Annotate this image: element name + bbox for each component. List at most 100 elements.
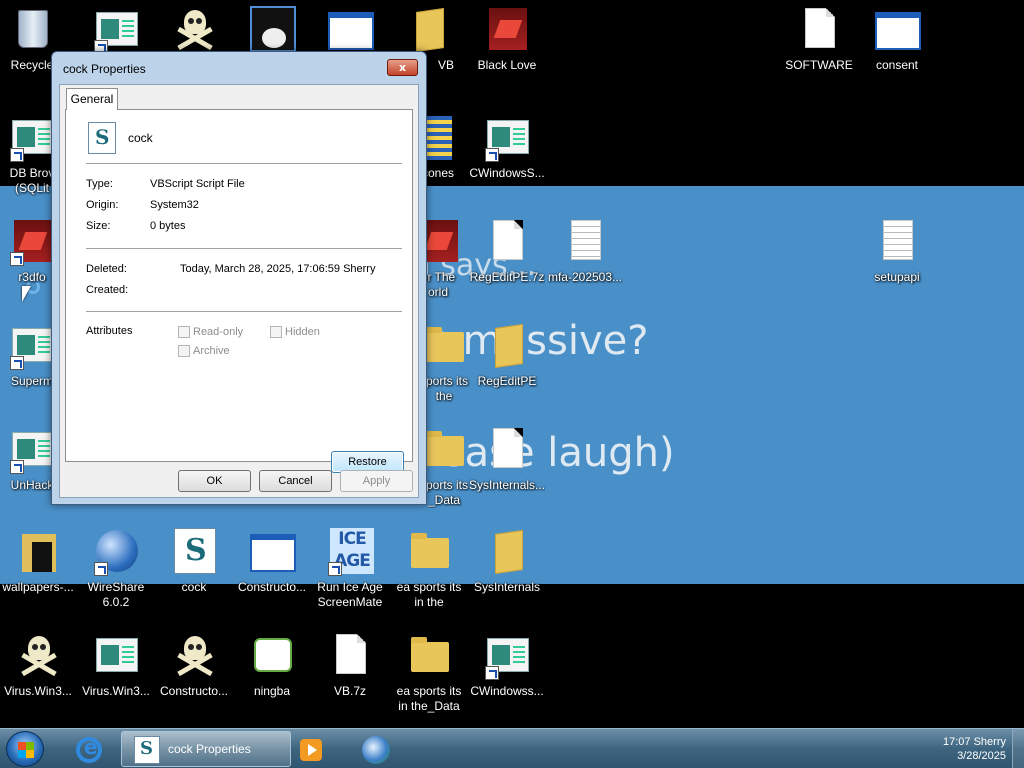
type-label: Type: xyxy=(86,178,113,190)
handshake-icon xyxy=(254,638,292,672)
desktop-icon-label: VB.7z xyxy=(333,684,366,698)
desktop-icon-software[interactable]: SOFTWARE xyxy=(781,6,857,73)
clock-time: 17:07 Sherry xyxy=(943,736,1006,748)
desktop-icon-label: WireShare xyxy=(87,580,145,594)
skull-icon xyxy=(176,8,214,52)
attributes-label: Attributes xyxy=(86,325,133,337)
document-icon xyxy=(336,634,366,674)
text-document-icon xyxy=(883,220,913,260)
desktop-icon-ningba[interactable]: ningba xyxy=(234,632,310,699)
document-icon xyxy=(493,220,523,260)
readonly-checkbox[interactable] xyxy=(178,326,190,338)
deleted-value: Today, March 28, 2025, 17:06:59 Sherry xyxy=(180,263,376,275)
desktop-icon-black-love[interactable]: Black Love xyxy=(469,6,545,73)
desktop-icon-sysinternals-folder[interactable]: SysInternals xyxy=(469,528,545,595)
desktop-icon-label: ea sports its xyxy=(396,580,462,594)
desktop-icon-label: Virus.Win3... xyxy=(4,684,72,698)
document-icon xyxy=(493,428,523,468)
shortcut-arrow-icon xyxy=(328,562,342,576)
dialog-title: cock Properties xyxy=(63,62,146,76)
properties-dialog[interactable]: cock Properties x General cock Type: VBS… xyxy=(51,51,427,505)
desktop-icon-constructor[interactable]: Constructo... xyxy=(234,528,310,595)
shortcut-arrow-icon xyxy=(94,562,108,576)
desktop-icon-label: Constructo... xyxy=(159,684,229,698)
size-label: Size: xyxy=(86,220,111,232)
archive-icon xyxy=(426,116,452,160)
shortcut-arrow-icon xyxy=(10,252,24,266)
folder-open-icon xyxy=(495,324,523,368)
file-name: cock xyxy=(128,131,153,145)
desktop-icon-virus-1[interactable]: Virus.Win3... xyxy=(0,632,76,699)
desktop-icon-regeditpe[interactable]: RegEditPE xyxy=(469,322,545,389)
shortcut-arrow-icon xyxy=(10,148,24,162)
size-value: 0 bytes xyxy=(150,220,186,232)
tab-general[interactable]: General xyxy=(66,88,118,110)
divider xyxy=(86,163,402,164)
desktop-icon-label: SOFTWARE xyxy=(785,58,853,72)
desktop-icon-label: consent xyxy=(875,58,919,72)
archive-label: Archive xyxy=(193,345,230,357)
taskbar-wireshare[interactable] xyxy=(348,731,404,767)
desktop-icon-label: CWindowsS... xyxy=(469,166,545,180)
folder-icon xyxy=(426,431,464,466)
tab-panel-general: cock Type: VBScript Script File Origin: … xyxy=(65,109,413,473)
wireshare-icon xyxy=(362,736,390,764)
desktop-icon-ea-sports-in-the[interactable]: ea sports its in the xyxy=(391,528,467,610)
window-icon xyxy=(875,12,921,50)
desktop-icon-sysinternals-file[interactable]: SysInternals... xyxy=(469,426,545,493)
system-clock[interactable]: 17:07 Sherry 3/28/2025 xyxy=(926,735,1006,763)
show-desktop-button[interactable] xyxy=(1012,729,1024,768)
taskbar-task-properties[interactable]: cock Properties xyxy=(121,731,291,767)
desktop-icon-cock[interactable]: cock xyxy=(156,528,232,595)
desktop-icon-cwindows[interactable]: CWindowsS... xyxy=(469,114,545,181)
text-document-icon xyxy=(571,220,601,260)
desktop-icon-label: Virus.Win3... xyxy=(82,684,150,698)
desktop-icon-label: Constructo... xyxy=(237,580,307,594)
hidden-checkbox[interactable] xyxy=(270,326,282,338)
start-button[interactable] xyxy=(6,731,44,767)
shortcut-arrow-icon xyxy=(485,666,499,680)
media-player-icon xyxy=(300,739,322,761)
desktop-icon-ice-age[interactable]: ICE AGE Run Ice Age ScreenMate xyxy=(312,528,388,610)
desktop-icon-label: RegEditPE xyxy=(477,374,537,388)
vbscript-file-icon xyxy=(88,122,116,154)
desktop-icon-consent[interactable]: consent xyxy=(859,6,935,73)
desktop-icon-setupapi[interactable]: setupapi xyxy=(859,218,935,285)
close-button[interactable]: x xyxy=(387,59,418,76)
desktop-icon-mfa[interactable]: mfa-202503... xyxy=(547,218,623,285)
desktop-icon-cwindowss[interactable]: CWindowss... xyxy=(469,632,545,699)
divider xyxy=(86,248,402,249)
desktop-icon-wireshare[interactable]: WireShare 6.0.2 xyxy=(78,528,154,610)
archive-checkbox[interactable] xyxy=(178,345,190,357)
desktop-icon-vb-7z[interactable]: VB.7z xyxy=(312,632,388,699)
close-icon: x xyxy=(398,61,407,74)
desktop-icon-label: Black Love xyxy=(477,58,537,72)
desktop-icon-wallpapers[interactable]: wallpapers-... xyxy=(0,528,76,595)
cancel-button[interactable]: Cancel xyxy=(259,470,332,492)
taskbar: cock Properties 17:07 Sherry 3/28/2025 xyxy=(0,728,1024,768)
vbscript-file-icon xyxy=(134,736,160,764)
desktop-icon-virus-2[interactable]: Virus.Win3... xyxy=(78,632,154,699)
desktop-icon-label: RegEditPE.7z xyxy=(469,270,545,284)
red-cube-icon xyxy=(489,8,527,50)
desktop-icon-label: cock xyxy=(181,580,207,594)
desktop-icon-ea-sports-data-2[interactable]: ea sports its in the_Data xyxy=(391,632,467,714)
shortcut-arrow-icon xyxy=(485,148,499,162)
desktop-icon-label: SysInternals xyxy=(473,580,541,594)
desktop-icon-label-line2: in the_Data xyxy=(398,699,460,713)
desktop-icon-regeditpe-7z[interactable]: RegEditPE.7z xyxy=(469,218,545,285)
desktop-icon-label: mfa-202503... xyxy=(547,270,623,284)
desktop-icon-label-line2: 6.0.2 xyxy=(102,595,130,609)
desktop-icon-constructor-2[interactable]: Constructo... xyxy=(156,632,232,699)
taskbar-media-player[interactable] xyxy=(284,731,340,767)
ok-button[interactable]: OK xyxy=(178,470,251,492)
shortcut-arrow-icon xyxy=(10,460,24,474)
hidden-label: Hidden xyxy=(285,326,320,338)
folder-open-icon xyxy=(495,530,523,574)
taskbar-internet-explorer[interactable] xyxy=(62,731,118,767)
dialog-titlebar[interactable]: cock Properties x xyxy=(52,52,426,84)
apply-button[interactable]: Apply xyxy=(340,470,413,492)
windows-logo-icon xyxy=(18,742,34,758)
desktop-icon-label-line2: ScreenMate xyxy=(317,595,383,609)
desktop-icon-label: Run Ice Age xyxy=(317,580,383,594)
